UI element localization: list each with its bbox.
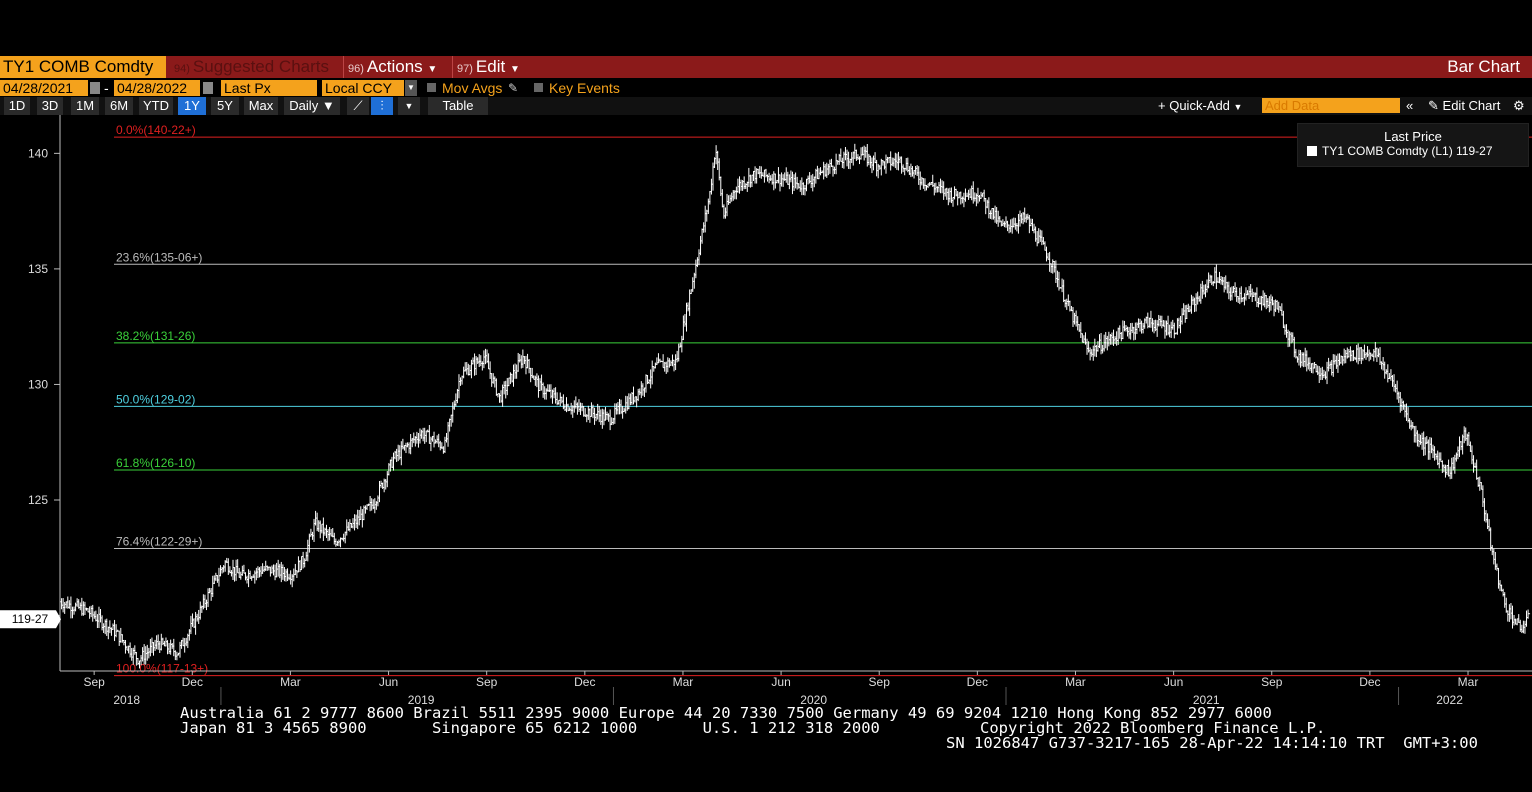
range-1d-button[interactable]: 1D bbox=[4, 97, 30, 115]
fib-level-label: 61.8%(126-10) bbox=[116, 456, 195, 470]
suggested-charts-button[interactable]: 94) Suggested Charts bbox=[170, 56, 340, 78]
controls-bar: 04/28/2021 - 04/28/2022 Last Px Local CC… bbox=[0, 79, 1532, 97]
plus-icon: + bbox=[1158, 98, 1166, 113]
fib-level-label: 100.0%(117-13+) bbox=[116, 662, 208, 676]
range-max-button[interactable]: Max bbox=[244, 97, 278, 115]
fib-level-label: 0.0%(140-22+) bbox=[116, 123, 196, 137]
fib-level-label: 50.0%(129-02) bbox=[116, 392, 195, 406]
currency-select[interactable]: Local CCY bbox=[322, 80, 404, 96]
edit-chart-button[interactable]: ✎ Edit Chart bbox=[1428, 97, 1500, 115]
legend-title: Last Price bbox=[1384, 129, 1442, 144]
suggested-charts-label: Suggested Charts bbox=[192, 57, 329, 76]
currency-dropdown-icon[interactable]: ▼ bbox=[405, 80, 417, 96]
chart-legend: Last Price TY1 COMB Comdty (L1) 119-27 bbox=[1297, 123, 1529, 167]
range-ytd-button[interactable]: YTD bbox=[139, 97, 173, 115]
frequency-select[interactable]: Daily ▼ bbox=[284, 97, 340, 115]
chart-style-dropdown-icon[interactable]: ▼ bbox=[398, 97, 420, 115]
key-events-label: Key Events bbox=[549, 80, 620, 96]
actions-caret-icon: ▼ bbox=[427, 64, 438, 75]
x-tick-label: Sep bbox=[869, 675, 891, 689]
range-3d-button[interactable]: 3D bbox=[37, 97, 63, 115]
date-separator: - bbox=[104, 80, 109, 96]
x-tick-label: Mar bbox=[1065, 675, 1086, 689]
frequency-caret-icon: ▼ bbox=[321, 98, 335, 113]
start-calendar-icon[interactable] bbox=[90, 82, 100, 94]
quick-add-label: Quick-Add bbox=[1169, 98, 1230, 113]
frequency-label: Daily bbox=[289, 98, 319, 113]
start-date-field[interactable]: 04/28/2021 bbox=[0, 80, 88, 96]
x-tick-label: Dec bbox=[967, 675, 988, 689]
actions-number: 96) bbox=[348, 63, 364, 75]
quick-add-caret-icon: ▼ bbox=[1233, 102, 1243, 112]
x-tick-label: Sep bbox=[1261, 675, 1283, 689]
edit-menu[interactable]: 97) Edit ▼ bbox=[452, 56, 530, 78]
mov-avgs-label: Mov Avgs bbox=[442, 80, 503, 96]
y-tick-label: 140 bbox=[28, 146, 48, 160]
fib-level-label: 23.6%(135-06+) bbox=[116, 250, 202, 264]
footer: Australia 61 2 9777 8600 Brazil 5511 239… bbox=[0, 703, 1532, 792]
suggested-charts-number: 94) bbox=[174, 63, 190, 75]
edit-caret-icon: ▼ bbox=[509, 64, 520, 75]
bar-chart-icon[interactable]: ⫶ bbox=[371, 97, 393, 115]
legend-swatch bbox=[1307, 146, 1317, 156]
end-calendar-icon[interactable] bbox=[203, 82, 213, 94]
footer-session-info: SN 1026847 G737-3217-165 28-Apr-22 14:14… bbox=[946, 734, 1478, 752]
actions-menu[interactable]: 96) Actions ▼ bbox=[343, 56, 449, 78]
price-chart: 0.0%(140-22+) 23.6%(135-06+) 38.2%(131-26)… bbox=[0, 115, 1532, 705]
x-tick-label: Dec bbox=[1359, 675, 1380, 689]
gear-icon[interactable]: ⚙ bbox=[1513, 97, 1525, 115]
ticker-field[interactable]: TY1 COMB Comdty bbox=[0, 56, 166, 78]
footer-phones-line2: Japan 81 3 4565 8900 Singapore 65 6212 1… bbox=[180, 719, 880, 737]
x-tick-label: Mar bbox=[280, 675, 301, 689]
x-tick-label: Sep bbox=[83, 675, 105, 689]
edit-pencil-icon: ✎ bbox=[1428, 98, 1439, 113]
range-1m-button[interactable]: 1M bbox=[71, 97, 99, 115]
range-5y-button[interactable]: 5Y bbox=[211, 97, 239, 115]
pencil-icon[interactable]: ✎ bbox=[508, 79, 518, 97]
x-tick-label: Mar bbox=[1458, 675, 1479, 689]
quick-add-button[interactable]: + Quick-Add ▼ bbox=[1158, 97, 1242, 115]
x-tick-label: Dec bbox=[574, 675, 595, 689]
add-data-input[interactable]: Add Data bbox=[1262, 98, 1400, 113]
mov-avgs-checkbox[interactable] bbox=[427, 83, 436, 92]
y-tick-label: 135 bbox=[28, 262, 48, 276]
x-tick-label: Jun bbox=[771, 675, 790, 689]
collapse-icon[interactable]: « bbox=[1406, 97, 1413, 115]
x-tick-label: Dec bbox=[182, 675, 203, 689]
chart-type-title: Bar Chart bbox=[1447, 57, 1520, 76]
legend-series: TY1 COMB Comdty (L1) 119-27 bbox=[1322, 144, 1493, 158]
fib-level-label: 38.2%(131-26) bbox=[116, 329, 195, 343]
range-1y-button[interactable]: 1Y bbox=[178, 97, 206, 115]
end-date-field[interactable]: 04/28/2022 bbox=[114, 80, 200, 96]
x-tick-label: Mar bbox=[673, 675, 694, 689]
line-chart-icon[interactable]: ⟋ bbox=[347, 97, 369, 115]
fib-level-label: 76.4%(122-29+) bbox=[116, 535, 202, 549]
x-tick-label: Jun bbox=[379, 675, 398, 689]
title-bar: TY1 COMB Comdty 94) Suggested Charts 96) A… bbox=[0, 56, 1532, 78]
key-events-checkbox[interactable] bbox=[534, 83, 543, 92]
last-price-label: 119-27 bbox=[12, 612, 49, 626]
edit-number: 97) bbox=[457, 63, 473, 75]
edit-chart-label: Edit Chart bbox=[1442, 98, 1501, 113]
price-field-select[interactable]: Last Px bbox=[221, 80, 317, 96]
range-6m-button[interactable]: 6M bbox=[105, 97, 133, 115]
x-tick-label: Sep bbox=[476, 675, 498, 689]
actions-label: Actions bbox=[366, 57, 423, 76]
x-tick-label: Jun bbox=[1164, 675, 1183, 689]
edit-label: Edit bbox=[475, 57, 506, 76]
y-tick-label: 130 bbox=[28, 377, 48, 391]
y-tick-label: 125 bbox=[28, 493, 48, 507]
table-button[interactable]: Table bbox=[428, 97, 488, 115]
